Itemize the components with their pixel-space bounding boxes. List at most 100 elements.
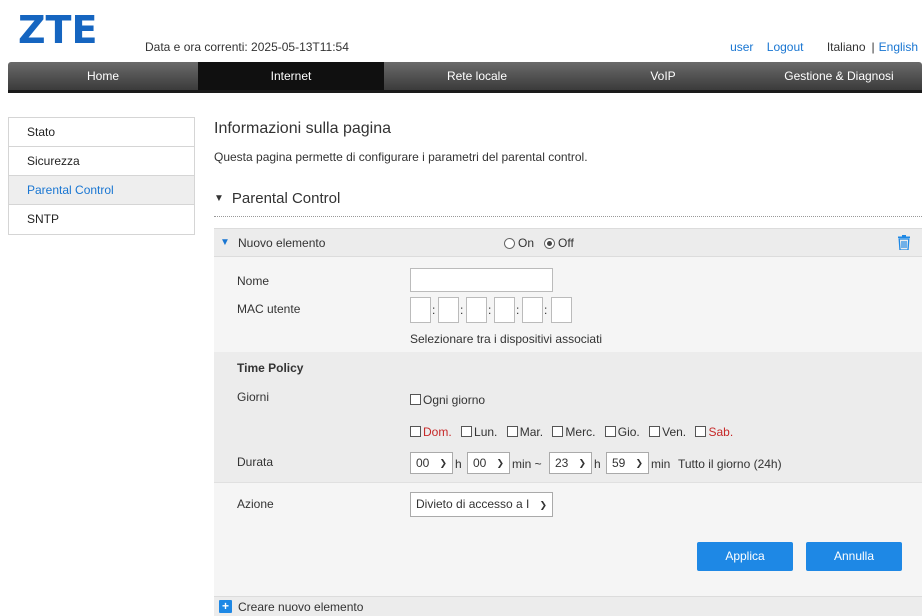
chevron-down-icon: ❯ bbox=[578, 458, 586, 468]
sidebar-item-sicurezza[interactable]: Sicurezza bbox=[9, 147, 194, 176]
sidebar-item-stato[interactable]: Stato bbox=[9, 118, 194, 147]
day-label-merc: Merc. bbox=[565, 425, 596, 439]
action-divider bbox=[214, 482, 922, 483]
day-merc[interactable]: Merc. bbox=[552, 425, 595, 439]
tab-internet[interactable]: Internet bbox=[198, 62, 384, 90]
day-ven[interactable]: Ven. bbox=[649, 425, 686, 439]
duration-label: Durata bbox=[237, 455, 274, 469]
mac-octet-6[interactable] bbox=[551, 297, 572, 323]
day-gio[interactable]: Gio. bbox=[604, 425, 640, 439]
unit-min-tilde: min ~ bbox=[512, 457, 542, 471]
day-label-mar: Mar. bbox=[519, 425, 544, 439]
name-label: Nome bbox=[237, 274, 270, 288]
mac-label: MAC utente bbox=[237, 302, 301, 316]
day-lun[interactable]: Lun. bbox=[461, 425, 497, 439]
start-hour-select[interactable]: 00 ❯ bbox=[410, 452, 453, 474]
start-min-value: 00 bbox=[473, 456, 487, 470]
checkbox-ven[interactable] bbox=[649, 426, 661, 437]
days-label: Giorni bbox=[237, 390, 270, 404]
mac-colon: : bbox=[488, 303, 492, 317]
chevron-down-icon: ❯ bbox=[439, 458, 447, 468]
all-day-link[interactable]: Tutto il giorno (24h) bbox=[678, 457, 782, 471]
create-new-label: Creare nuovo elemento bbox=[238, 600, 364, 614]
mac-octet-4[interactable] bbox=[494, 297, 515, 323]
start-min-select[interactable]: 00 ❯ bbox=[467, 452, 510, 474]
unit-h: h bbox=[594, 457, 601, 471]
every-day-checkbox[interactable] bbox=[410, 394, 421, 405]
collapse-triangle-icon: ▼ bbox=[214, 193, 224, 204]
radio-on-label: On bbox=[518, 236, 535, 250]
chevron-down-icon: ❯ bbox=[496, 458, 504, 468]
mac-colon: : bbox=[516, 303, 520, 317]
mac-colon: : bbox=[544, 303, 548, 317]
lang-separator: | bbox=[871, 40, 875, 54]
item-title: Nuovo elemento bbox=[238, 236, 326, 250]
day-dom[interactable]: Dom. bbox=[410, 425, 452, 439]
start-hour-value: 00 bbox=[416, 456, 430, 470]
tab-voip[interactable]: VoIP bbox=[570, 62, 756, 90]
end-hour-value: 23 bbox=[555, 456, 569, 470]
checkbox-sab[interactable] bbox=[695, 426, 707, 437]
radio-on[interactable] bbox=[504, 237, 515, 249]
end-min-select[interactable]: 59 ❯ bbox=[606, 452, 649, 474]
chevron-down-icon: ❯ bbox=[539, 500, 547, 510]
sidebar: Stato Sicurezza Parental Control SNTP bbox=[8, 117, 195, 235]
action-label: Azione bbox=[237, 497, 274, 511]
action-select[interactable]: Divieto di accesso a I ❯ bbox=[410, 492, 553, 517]
page-title: Informazioni sulla pagina bbox=[214, 120, 391, 137]
day-label-lun: Lun. bbox=[474, 425, 498, 439]
lang-english[interactable]: English bbox=[879, 40, 918, 54]
checkbox-mar[interactable] bbox=[506, 426, 518, 437]
radio-off[interactable] bbox=[544, 237, 556, 249]
top-links: user Logout Italiano | English bbox=[720, 40, 918, 54]
checkbox-dom[interactable] bbox=[410, 426, 421, 437]
expand-triangle-icon[interactable]: ▼ bbox=[220, 237, 230, 248]
select-devices-link[interactable]: Selezionare tra i dispositivi associati bbox=[410, 332, 602, 346]
end-min-value: 59 bbox=[612, 456, 626, 470]
user-link[interactable]: user bbox=[730, 40, 753, 54]
mac-octet-2[interactable] bbox=[438, 297, 459, 323]
every-day-option[interactable]: Ogni giorno bbox=[410, 393, 485, 407]
tab-gestione-diagnosi[interactable]: Gestione & Diagnosi bbox=[756, 62, 922, 90]
unit-min: min bbox=[651, 457, 671, 471]
current-datetime: Data e ora correnti: 2025-05-13T11:54 bbox=[145, 40, 349, 54]
logout-link[interactable]: Logout bbox=[767, 40, 804, 54]
apply-button[interactable]: Applica bbox=[697, 542, 793, 571]
tab-home[interactable]: Home bbox=[8, 62, 198, 90]
mac-octet-3[interactable] bbox=[466, 297, 487, 323]
sidebar-item-parental-control[interactable]: Parental Control bbox=[9, 176, 194, 205]
unit-h: h bbox=[455, 457, 462, 471]
main-nav: Home Internet Rete locale VoIP Gestione … bbox=[8, 62, 922, 90]
plus-icon[interactable]: + bbox=[219, 600, 232, 613]
section-title: Parental Control bbox=[231, 190, 341, 207]
mac-octet-1[interactable] bbox=[410, 297, 431, 323]
mac-colon: : bbox=[432, 303, 436, 317]
section-divider bbox=[214, 216, 922, 217]
checkbox-merc[interactable] bbox=[552, 426, 564, 437]
cancel-button[interactable]: Annulla bbox=[806, 542, 902, 571]
section-header[interactable]: ▼ Parental Control bbox=[214, 190, 340, 207]
every-day-label: Ogni giorno bbox=[423, 393, 486, 407]
trash-icon[interactable] bbox=[898, 235, 910, 250]
day-label-gio: Gio. bbox=[617, 425, 640, 439]
sidebar-item-sntp[interactable]: SNTP bbox=[9, 205, 194, 234]
page-description: Questa pagina permette di configurare i … bbox=[214, 150, 588, 164]
day-mar[interactable]: Mar. bbox=[506, 425, 544, 439]
lang-italiano[interactable]: Italiano bbox=[827, 40, 866, 54]
day-sab[interactable]: Sab. bbox=[695, 425, 733, 439]
on-off-radio-group: On Off bbox=[504, 236, 584, 250]
action-value: Divieto di accesso a I bbox=[416, 497, 530, 511]
checkbox-lun[interactable] bbox=[461, 426, 473, 437]
name-input[interactable] bbox=[410, 268, 553, 292]
tab-rete-locale[interactable]: Rete locale bbox=[384, 62, 570, 90]
create-new-row[interactable]: + Creare nuovo elemento bbox=[214, 596, 922, 616]
day-label-ven: Ven. bbox=[662, 425, 687, 439]
time-policy-label: Time Policy bbox=[237, 361, 304, 375]
days-row: Dom. Lun. Mar. Merc. Gio. Ven. Sab. bbox=[410, 425, 739, 439]
mac-octet-5[interactable] bbox=[522, 297, 543, 323]
mac-colon: : bbox=[460, 303, 464, 317]
checkbox-gio[interactable] bbox=[604, 426, 616, 437]
end-hour-select[interactable]: 23 ❯ bbox=[549, 452, 592, 474]
day-label-sab: Sab. bbox=[708, 425, 734, 439]
item-header: ▼ Nuovo elemento On Off bbox=[214, 228, 922, 257]
